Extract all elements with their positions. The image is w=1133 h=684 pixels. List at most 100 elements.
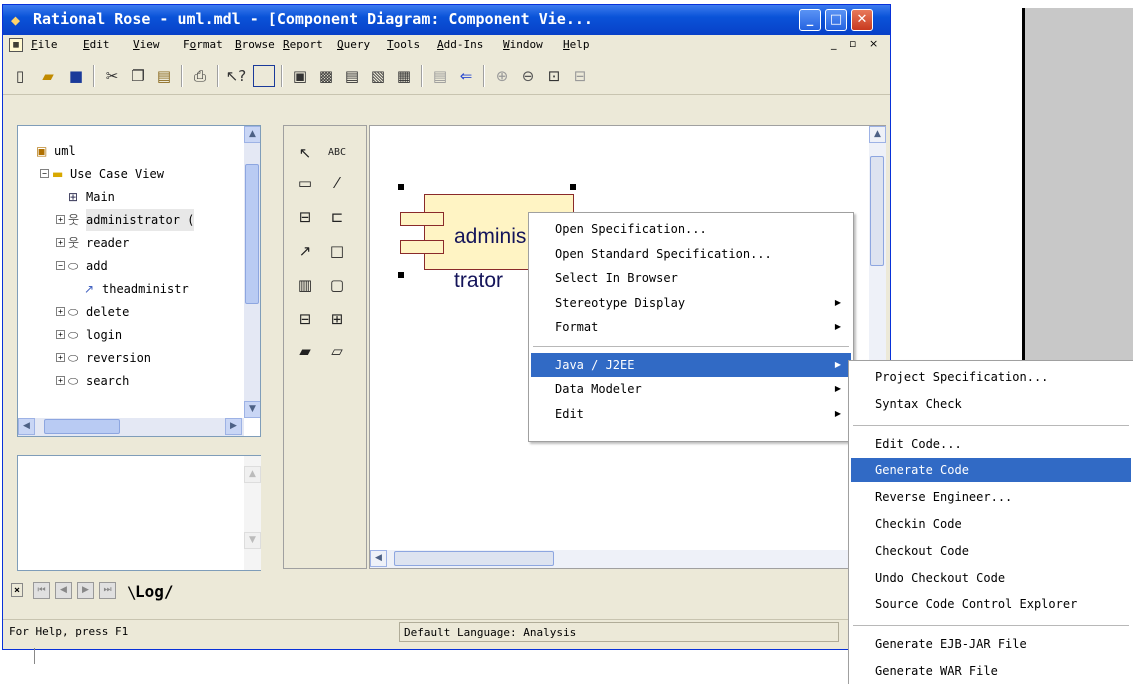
menu-item-java-j2ee[interactable]: Java / J2EE ▶ xyxy=(531,352,851,377)
menu-item-checkin-code[interactable]: Checkin Code xyxy=(851,512,1131,536)
menu-query[interactable]: Query xyxy=(337,38,370,51)
browse-previous-icon[interactable]: ▤ xyxy=(429,65,451,87)
tree-item[interactable]: ↗ theadministr xyxy=(18,278,244,300)
copy-icon[interactable]: ❐ xyxy=(127,65,149,87)
menu-item-edit[interactable]: Edit ▶ xyxy=(531,402,851,426)
package-body-icon[interactable]: ⊞ xyxy=(326,308,348,330)
minimize-button[interactable]: _ xyxy=(799,9,821,31)
scroll-up-arrow[interactable]: ▲ xyxy=(244,126,260,143)
expand-icon[interactable]: + xyxy=(56,238,65,247)
tree-item[interactable]: + 웃 administrator ( xyxy=(18,209,244,231)
tab-log[interactable]: Log/ xyxy=(135,582,174,601)
menu-item-syntax-check[interactable]: Syntax Check xyxy=(851,392,1131,416)
fit-window-icon[interactable]: ⊡ xyxy=(543,65,565,87)
menu-item-data-modeler[interactable]: Data Modeler ▶ xyxy=(531,377,851,401)
task-body-icon[interactable]: ▱ xyxy=(326,340,348,362)
menu-tools[interactable]: Tools xyxy=(387,38,420,51)
selection-handle[interactable] xyxy=(398,184,404,190)
menu-item-source-code-control-explorer[interactable]: Source Code Control Explorer xyxy=(851,592,1131,616)
menu-item-open-specification[interactable]: Open Specification... xyxy=(531,217,851,241)
tree-item[interactable]: + ⬭ delete xyxy=(18,301,244,323)
component-icon[interactable]: ⊟ xyxy=(294,206,316,228)
close-button[interactable]: ✕ xyxy=(851,9,873,31)
tree-item[interactable]: + ⬭ reversion xyxy=(18,347,244,369)
paste-icon[interactable]: ▤ xyxy=(153,65,175,87)
menu-view[interactable]: View xyxy=(133,38,160,51)
expand-icon[interactable]: + xyxy=(56,376,65,385)
selection-handle[interactable] xyxy=(398,272,404,278)
scroll-thumb[interactable] xyxy=(394,551,554,566)
menu-item-format[interactable]: Format ▶ xyxy=(531,315,851,339)
undo-fit-icon[interactable]: ⊟ xyxy=(569,65,591,87)
menu-file[interactable]: File xyxy=(31,38,58,51)
expand-icon[interactable]: + xyxy=(56,353,65,362)
title-bar[interactable]: ◆ Rational Rose - uml.mdl - [Component D… xyxy=(3,5,890,35)
expand-icon[interactable]: + xyxy=(56,307,65,316)
scroll-down-arrow[interactable]: ▼ xyxy=(244,401,260,418)
scroll-down-arrow[interactable]: ▼ xyxy=(244,532,261,549)
zoom-in-icon[interactable]: ⊕ xyxy=(491,65,513,87)
menu-item-edit-code[interactable]: Edit Code... xyxy=(851,432,1131,456)
zoom-out-icon[interactable]: ⊖ xyxy=(517,65,539,87)
subprogram-body-icon[interactable]: ▢ xyxy=(326,274,348,296)
scroll-left-arrow[interactable]: ◀ xyxy=(18,418,35,435)
menu-add-ins[interactable]: Add-Ins xyxy=(437,38,483,51)
tree-item[interactable]: + 웃 reader xyxy=(18,232,244,254)
expand-icon[interactable]: + xyxy=(56,215,65,224)
tree-item[interactable]: − ▬ Use Case View xyxy=(18,163,244,185)
menu-item-select-in-browser[interactable]: Select In Browser xyxy=(531,266,851,290)
close-log-icon[interactable]: × xyxy=(11,583,23,597)
tree-horizontal-scrollbar[interactable]: ◀ ▶ xyxy=(18,418,244,436)
browse-deployment-icon[interactable]: ▧ xyxy=(367,65,389,87)
browse-parent-icon[interactable]: ▦ xyxy=(393,65,415,87)
cut-icon[interactable]: ✂ xyxy=(101,65,123,87)
previous-tab-icon[interactable]: ◀ xyxy=(55,582,72,599)
menu-browse[interactable]: Browse xyxy=(235,38,275,51)
collapse-icon[interactable]: − xyxy=(56,261,65,270)
dependency-icon[interactable]: ↗ xyxy=(294,240,316,262)
browse-class-icon[interactable]: ▣ xyxy=(289,65,311,87)
menu-item-reverse-engineer[interactable]: Reverse Engineer... xyxy=(851,485,1131,509)
print-icon[interactable]: ⎙ xyxy=(189,65,211,87)
documentation-window[interactable]: ▲ ▼ xyxy=(17,455,261,571)
main-program-icon[interactable]: ▥ xyxy=(294,274,316,296)
menu-edit[interactable]: Edit xyxy=(83,38,110,51)
browser-tree[interactable]: ▣ uml − ▬ Use Case View ⊞ Main + 웃 administrator … xyxy=(17,125,261,437)
scroll-up-arrow[interactable]: ▲ xyxy=(869,126,886,143)
collapse-icon[interactable]: − xyxy=(40,169,49,178)
canvas-horizontal-scrollbar[interactable]: ◀ xyxy=(370,550,869,568)
next-tab-icon[interactable]: ▶ xyxy=(77,582,94,599)
selection-handle[interactable] xyxy=(570,184,576,190)
open-icon[interactable]: ▰ xyxy=(37,65,59,87)
subprogram-spec-icon[interactable]: □ xyxy=(326,240,348,262)
child-restore-button[interactable]: ▫ xyxy=(849,37,856,50)
doc-scrollbar[interactable]: ▲ ▼ xyxy=(244,456,261,570)
scroll-thumb[interactable] xyxy=(44,419,120,434)
anchor-note-icon[interactable]: ⁄ xyxy=(326,172,348,194)
tree-item[interactable]: ⊞ Main xyxy=(18,186,244,208)
scroll-left-arrow[interactable]: ◀ xyxy=(370,550,387,567)
back-arrow-icon[interactable]: ⇐ xyxy=(455,65,477,87)
package-spec-icon[interactable]: ⊟ xyxy=(294,308,316,330)
first-tab-icon[interactable]: ⏮ xyxy=(33,582,50,599)
package-icon[interactable]: ⊏ xyxy=(326,206,348,228)
task-spec-icon[interactable]: ▰ xyxy=(294,340,316,362)
menu-item-generate-code[interactable]: Generate Code xyxy=(851,458,1131,483)
scroll-thumb[interactable] xyxy=(870,156,884,266)
tree-item[interactable]: + ⬭ search xyxy=(18,370,244,392)
new-icon[interactable]: ▯ xyxy=(9,65,31,87)
browse-component-icon[interactable]: ▤ xyxy=(341,65,363,87)
menu-help[interactable]: Help xyxy=(563,38,590,51)
menu-item-stereotype-display[interactable]: Stereotype Display ▶ xyxy=(531,291,851,315)
child-minimize-button[interactable]: _ xyxy=(831,37,837,50)
text-icon[interactable]: ABC xyxy=(326,142,348,164)
scroll-thumb[interactable] xyxy=(245,164,259,304)
menu-item-undo-checkout-code[interactable]: Undo Checkout Code xyxy=(851,566,1131,590)
document-icon[interactable]: ▦ xyxy=(9,38,23,52)
menu-item-checkout-code[interactable]: Checkout Code xyxy=(851,539,1131,563)
view-doc-icon[interactable] xyxy=(253,65,275,87)
browse-interaction-icon[interactable]: ▩ xyxy=(315,65,337,87)
note-icon[interactable]: ▭ xyxy=(294,172,316,194)
menu-item-generate-ejb-jar-file[interactable]: Generate EJB-JAR File xyxy=(851,632,1131,656)
menu-report[interactable]: Report xyxy=(283,38,323,51)
